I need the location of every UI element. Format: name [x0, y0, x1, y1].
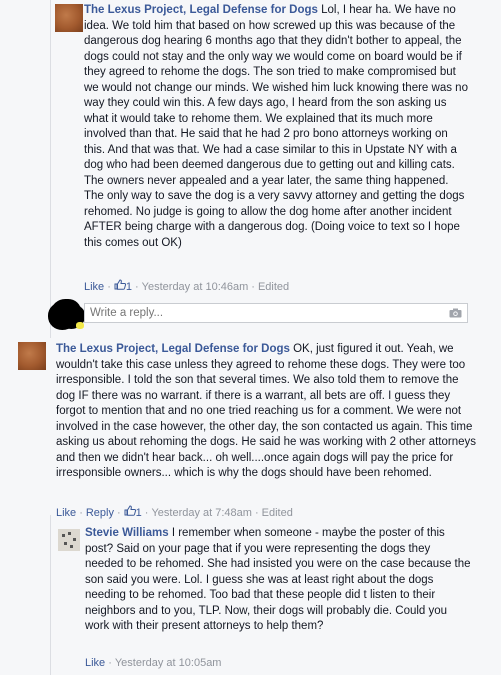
comment-body: The Lexus Project, Legal Defense for Dog…: [56, 342, 476, 482]
like-link[interactable]: Like: [56, 507, 76, 519]
avatar[interactable]: [55, 4, 83, 32]
avatar[interactable]: [18, 342, 46, 370]
like-count[interactable]: 1: [126, 281, 132, 293]
timestamp[interactable]: Yesterday at 7:48am: [151, 507, 252, 519]
comment-actions: Like · Yesterday at 10:05am: [85, 657, 222, 669]
reply-input[interactable]: [85, 304, 430, 322]
like-count[interactable]: 1: [136, 507, 142, 519]
like-link[interactable]: Like: [84, 281, 104, 293]
timestamp[interactable]: Yesterday at 10:46am: [142, 281, 249, 293]
comment-body: Stevie Williams I remember when someone …: [85, 526, 471, 635]
camera-icon[interactable]: [449, 308, 462, 318]
comment-text: OK, just figured it out. Yeah, we wouldn…: [56, 343, 476, 479]
author-link[interactable]: The Lexus Project, Legal Defense for Dog…: [56, 343, 290, 355]
avatar[interactable]: [58, 529, 80, 551]
timestamp[interactable]: Yesterday at 10:05am: [115, 657, 222, 669]
like-link[interactable]: Like: [85, 657, 105, 669]
comment-actions: Like · 1 · Yesterday at 10:46am · Edited: [84, 279, 290, 293]
reply-link[interactable]: Reply: [86, 507, 114, 519]
reply-input-box[interactable]: [84, 303, 468, 323]
edited-label[interactable]: Edited: [262, 507, 293, 519]
edited-label[interactable]: Edited: [258, 281, 289, 293]
comment-body: The Lexus Project, Legal Defense for Dog…: [84, 3, 470, 251]
thumbs-up-icon[interactable]: [114, 279, 126, 293]
thumbs-up-icon[interactable]: [124, 505, 136, 519]
author-link[interactable]: Stevie Williams: [85, 527, 169, 539]
comment-text: I remember when someone - maybe the post…: [85, 527, 471, 632]
comment-text: Lol, I hear ha. We have no idea. We told…: [84, 4, 468, 249]
author-link[interactable]: The Lexus Project, Legal Defense for Dog…: [84, 4, 318, 16]
highlight-mark: [76, 322, 84, 329]
comment-actions: Like · Reply · 1 · Yesterday at 7:48am · Edited: [56, 505, 293, 519]
